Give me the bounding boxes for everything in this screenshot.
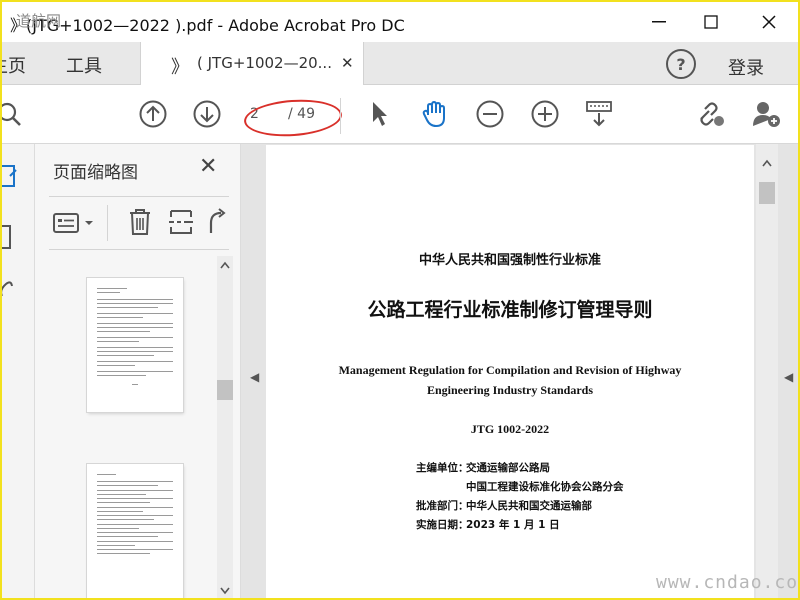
thumbnail-content [97,288,173,385]
previous-page-icon[interactable] [136,97,170,131]
info-value-approver: 中华人民共和国交通运输部 [466,500,592,512]
document-english-title-line1: Management Regulation for Compilation an… [338,363,682,377]
tab-home[interactable]: 主页 [2,52,26,78]
minimize-button[interactable] [636,6,682,38]
tab-bar: 主页 工具 》 ( JTG+1002—20... ✕ ? 登录 [2,42,798,85]
attachment-icon[interactable] [0,276,20,306]
document-scrollbar[interactable] [756,144,778,598]
thumbnail-options-icon[interactable] [53,211,99,235]
window-title: 》(JTG+1002—2022 ).pdf - Adobe Acrobat Pr… [10,16,405,35]
extract-page-icon[interactable] [167,207,195,237]
panel-toolbar [49,196,229,250]
select-cursor-icon[interactable] [362,97,396,131]
collapse-right-panel-icon[interactable]: ◀ [784,370,793,384]
panel-close-icon[interactable]: ✕ [199,154,217,179]
thumbnail-panel: 页面缩略图 ✕ 18 [35,144,241,598]
info-value-effective-date: 2023 年 1 月 1 日 [466,519,560,531]
login-button[interactable]: 登录 [728,54,764,80]
delete-page-icon[interactable] [127,207,153,237]
scroll-down-icon[interactable] [219,586,231,596]
bookmark-icon[interactable] [0,222,20,252]
document-subtitle: 中华人民共和国强制性行业标准 [418,253,601,268]
title-bar: 》(JTG+1002—2022 ).pdf - Adobe Acrobat Pr… [2,2,798,42]
scroll-up-icon[interactable] [219,260,231,270]
thumbnail-page-18[interactable] [87,278,183,412]
thumbnails-icon[interactable] [0,162,20,192]
zoom-out-icon[interactable] [473,97,507,131]
info-label-effective-date: 实施日期： [416,519,469,531]
collapse-left-panel-icon[interactable]: ◀ [250,370,259,384]
thumbnail-scroll-thumb[interactable] [217,380,233,400]
panel-tools-divider [107,205,108,241]
tab-document-arrow: 》 [171,57,189,78]
site-watermark: www.cndao.com [656,572,800,593]
pdf-page: 中华人民共和国强制性行业标准 公路工程行业标准制修订管理导则 Managemen… [266,145,754,598]
close-button[interactable] [746,6,792,38]
help-icon[interactable]: ? [666,49,696,79]
add-user-icon[interactable] [750,97,784,131]
navigation-rail [2,144,35,598]
corner-logo: 道航网 [16,12,62,30]
tab-document-label: ( JTG+1002—20... [197,54,332,72]
share-link-icon[interactable] [694,97,728,131]
minimize-icon [652,21,666,23]
document-english-title-line2: Engineering Industry Standards [426,383,594,397]
tab-close-icon[interactable]: ✕ [341,54,354,72]
thumbnail-scrollbar[interactable] [217,256,233,598]
hand-tool-icon[interactable] [418,97,452,131]
document-code: JTG 1002-2022 [470,422,550,436]
next-page-icon[interactable] [190,97,224,131]
tab-tools[interactable]: 工具 [66,52,102,78]
thumbnail-page-19[interactable] [87,464,183,598]
tab-document[interactable]: 》 ( JTG+1002—20... ✕ [140,42,364,85]
document-title: 公路工程行业标准制修订管理导则 [367,299,653,321]
document-scroll-thumb[interactable] [759,182,775,204]
zoom-in-icon[interactable] [528,97,562,131]
info-value-co-editor: 中国工程建设标准化协会公路分会 [466,481,624,493]
toolbar [2,85,798,144]
info-label-editor: 主编单位： [416,462,469,474]
scroll-mode-icon[interactable] [582,97,616,131]
search-icon[interactable] [2,97,28,131]
app-window: 》(JTG+1002—2022 ).pdf - Adobe Acrobat Pr… [0,0,800,600]
thumbnail-content [97,474,173,557]
rotate-page-icon[interactable] [207,207,229,237]
toolbar-divider [340,98,341,134]
info-value-editor: 交通运输部公路局 [466,462,550,474]
maximize-icon [704,15,718,29]
doc-scroll-up-icon[interactable] [761,158,773,168]
close-icon [762,15,776,29]
maximize-button[interactable] [688,6,734,38]
info-label-approver: 批准部门： [416,500,469,512]
panel-title: 页面缩略图 [53,163,138,183]
